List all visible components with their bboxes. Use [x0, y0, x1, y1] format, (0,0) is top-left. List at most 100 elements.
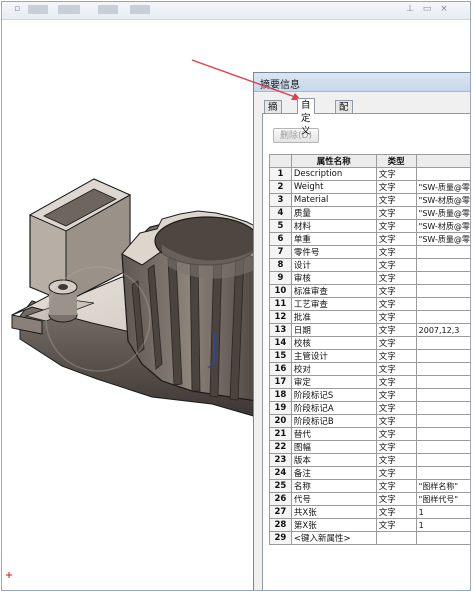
property-name-cell[interactable]: 替代: [290, 427, 377, 441]
type-cell[interactable]: 文字: [375, 479, 417, 493]
type-cell[interactable]: 文字: [375, 245, 417, 259]
property-name-cell[interactable]: 日期: [290, 323, 377, 337]
toolbar-item[interactable]: [130, 5, 150, 14]
type-cell[interactable]: 文字: [375, 492, 417, 506]
table-row[interactable]: 25 名称 文字 "图样名称": [269, 479, 470, 493]
table-row[interactable]: 14 校核 文字: [269, 336, 470, 350]
value-cell[interactable]: [415, 284, 470, 298]
type-cell[interactable]: 文字: [375, 258, 417, 272]
value-cell[interactable]: [415, 349, 470, 363]
pin-icon[interactable]: ⊥: [405, 4, 415, 14]
table-row[interactable]: 2 Weight 文字 "SW-质量@零: [269, 180, 470, 194]
property-name-cell[interactable]: 材料: [290, 219, 377, 233]
table-row[interactable]: 17 审定 文字: [269, 375, 470, 389]
table-row[interactable]: 15 主管设计 文字: [269, 349, 470, 363]
type-cell[interactable]: 文字: [375, 232, 417, 246]
type-cell[interactable]: 文字: [375, 180, 417, 194]
value-cell[interactable]: [415, 167, 470, 181]
toolbar-item[interactable]: [58, 5, 80, 14]
property-name-cell[interactable]: 阶段标记S: [290, 388, 377, 402]
type-cell[interactable]: 文字: [375, 427, 417, 441]
delete-button[interactable]: 删除(D): [273, 128, 319, 143]
property-name-cell[interactable]: 备注: [290, 466, 377, 480]
type-cell[interactable]: 文字: [375, 518, 417, 532]
restore-icon[interactable]: ▭: [422, 4, 432, 14]
property-name-cell[interactable]: 校对: [290, 362, 377, 376]
property-name-cell[interactable]: <键入新属性>: [290, 531, 377, 545]
tab-summary[interactable]: 摘要: [264, 100, 282, 126]
column-header-value[interactable]: [415, 154, 470, 168]
table-row[interactable]: 23 版本 文字: [269, 453, 470, 467]
value-cell[interactable]: [415, 271, 470, 285]
property-name-cell[interactable]: 校核: [290, 336, 377, 350]
tab-config-specific[interactable]: 配置特定: [335, 100, 353, 152]
table-row[interactable]: 8 设计 文字: [269, 258, 470, 272]
type-cell[interactable]: 文字: [375, 362, 417, 376]
model-viewport[interactable]: [2, 19, 262, 591]
type-cell[interactable]: 文字: [375, 206, 417, 220]
value-cell[interactable]: [415, 388, 470, 402]
value-cell[interactable]: "SW-材质@零: [415, 219, 470, 233]
property-name-cell[interactable]: 主管设计: [290, 349, 377, 363]
table-row[interactable]: 9 审核 文字: [269, 271, 470, 285]
value-cell[interactable]: "SW-质量@零: [415, 206, 470, 220]
table-row[interactable]: 11 工艺审查 文字: [269, 297, 470, 311]
tab-custom[interactable]: 自定义: [297, 98, 315, 137]
value-cell[interactable]: [415, 414, 470, 428]
property-name-cell[interactable]: Description: [290, 167, 377, 181]
property-name-cell[interactable]: 代号: [290, 492, 377, 506]
table-row[interactable]: 12 批准 文字: [269, 310, 470, 324]
type-cell[interactable]: 文字: [375, 401, 417, 415]
property-name-cell[interactable]: 标准审查: [290, 284, 377, 298]
toolbar-icon[interactable]: ▫: [12, 4, 22, 14]
type-cell[interactable]: 文字: [375, 505, 417, 519]
property-name-cell[interactable]: 审核: [290, 271, 377, 285]
value-cell[interactable]: [415, 362, 470, 376]
value-cell[interactable]: 2007,12,3: [415, 323, 470, 337]
table-row[interactable]: 4 质量 文字 "SW-质量@零: [269, 206, 470, 220]
type-cell[interactable]: 文字: [375, 375, 417, 389]
value-cell[interactable]: [415, 453, 470, 467]
table-row[interactable]: 22 图幅 文字: [269, 440, 470, 454]
value-cell[interactable]: "SW-材质@零: [415, 193, 470, 207]
toolbar-item[interactable]: [28, 5, 48, 14]
table-row[interactable]: 13 日期 文字 2007,12,3: [269, 323, 470, 337]
close-icon[interactable]: ×: [439, 4, 449, 14]
value-cell[interactable]: [415, 245, 470, 259]
value-cell[interactable]: [415, 466, 470, 480]
type-cell[interactable]: 文字: [375, 297, 417, 311]
type-cell[interactable]: 文字: [375, 466, 417, 480]
property-name-cell[interactable]: 阶段标记A: [290, 401, 377, 415]
value-cell[interactable]: [415, 375, 470, 389]
property-name-cell[interactable]: Weight: [290, 180, 377, 194]
table-row[interactable]: 1 Description 文字: [269, 167, 470, 181]
table-row[interactable]: 19 阶段标记A 文字: [269, 401, 470, 415]
property-name-cell[interactable]: 审定: [290, 375, 377, 389]
table-row[interactable]: 27 共X张 文字 1: [269, 505, 470, 519]
value-cell[interactable]: [415, 427, 470, 441]
property-name-cell[interactable]: 名称: [290, 479, 377, 493]
property-name-cell[interactable]: 阶段标记B: [290, 414, 377, 428]
table-row[interactable]: 3 Material 文字 "SW-材质@零: [269, 193, 470, 207]
table-row[interactable]: 28 第X张 文字 1: [269, 518, 470, 532]
value-cell[interactable]: "图样代号": [415, 492, 470, 506]
value-cell[interactable]: [415, 401, 470, 415]
table-row[interactable]: 24 备注 文字: [269, 466, 470, 480]
property-name-cell[interactable]: 零件号: [290, 245, 377, 259]
type-cell[interactable]: 文字: [375, 167, 417, 181]
value-cell[interactable]: 1: [415, 505, 470, 519]
table-row[interactable]: 5 材料 文字 "SW-材质@零: [269, 219, 470, 233]
type-cell[interactable]: 文字: [375, 453, 417, 467]
property-name-cell[interactable]: 共X张: [290, 505, 377, 519]
property-name-cell[interactable]: 批准: [290, 310, 377, 324]
type-cell[interactable]: [375, 531, 417, 545]
value-cell[interactable]: "SW-质量@零: [415, 232, 470, 246]
type-cell[interactable]: 文字: [375, 349, 417, 363]
value-cell[interactable]: [415, 258, 470, 272]
property-name-cell[interactable]: Material: [290, 193, 377, 207]
property-name-cell[interactable]: 设计: [290, 258, 377, 272]
type-cell[interactable]: 文字: [375, 336, 417, 350]
value-cell[interactable]: [415, 531, 470, 545]
column-header-type[interactable]: 类型: [375, 154, 417, 168]
type-cell[interactable]: 文字: [375, 323, 417, 337]
